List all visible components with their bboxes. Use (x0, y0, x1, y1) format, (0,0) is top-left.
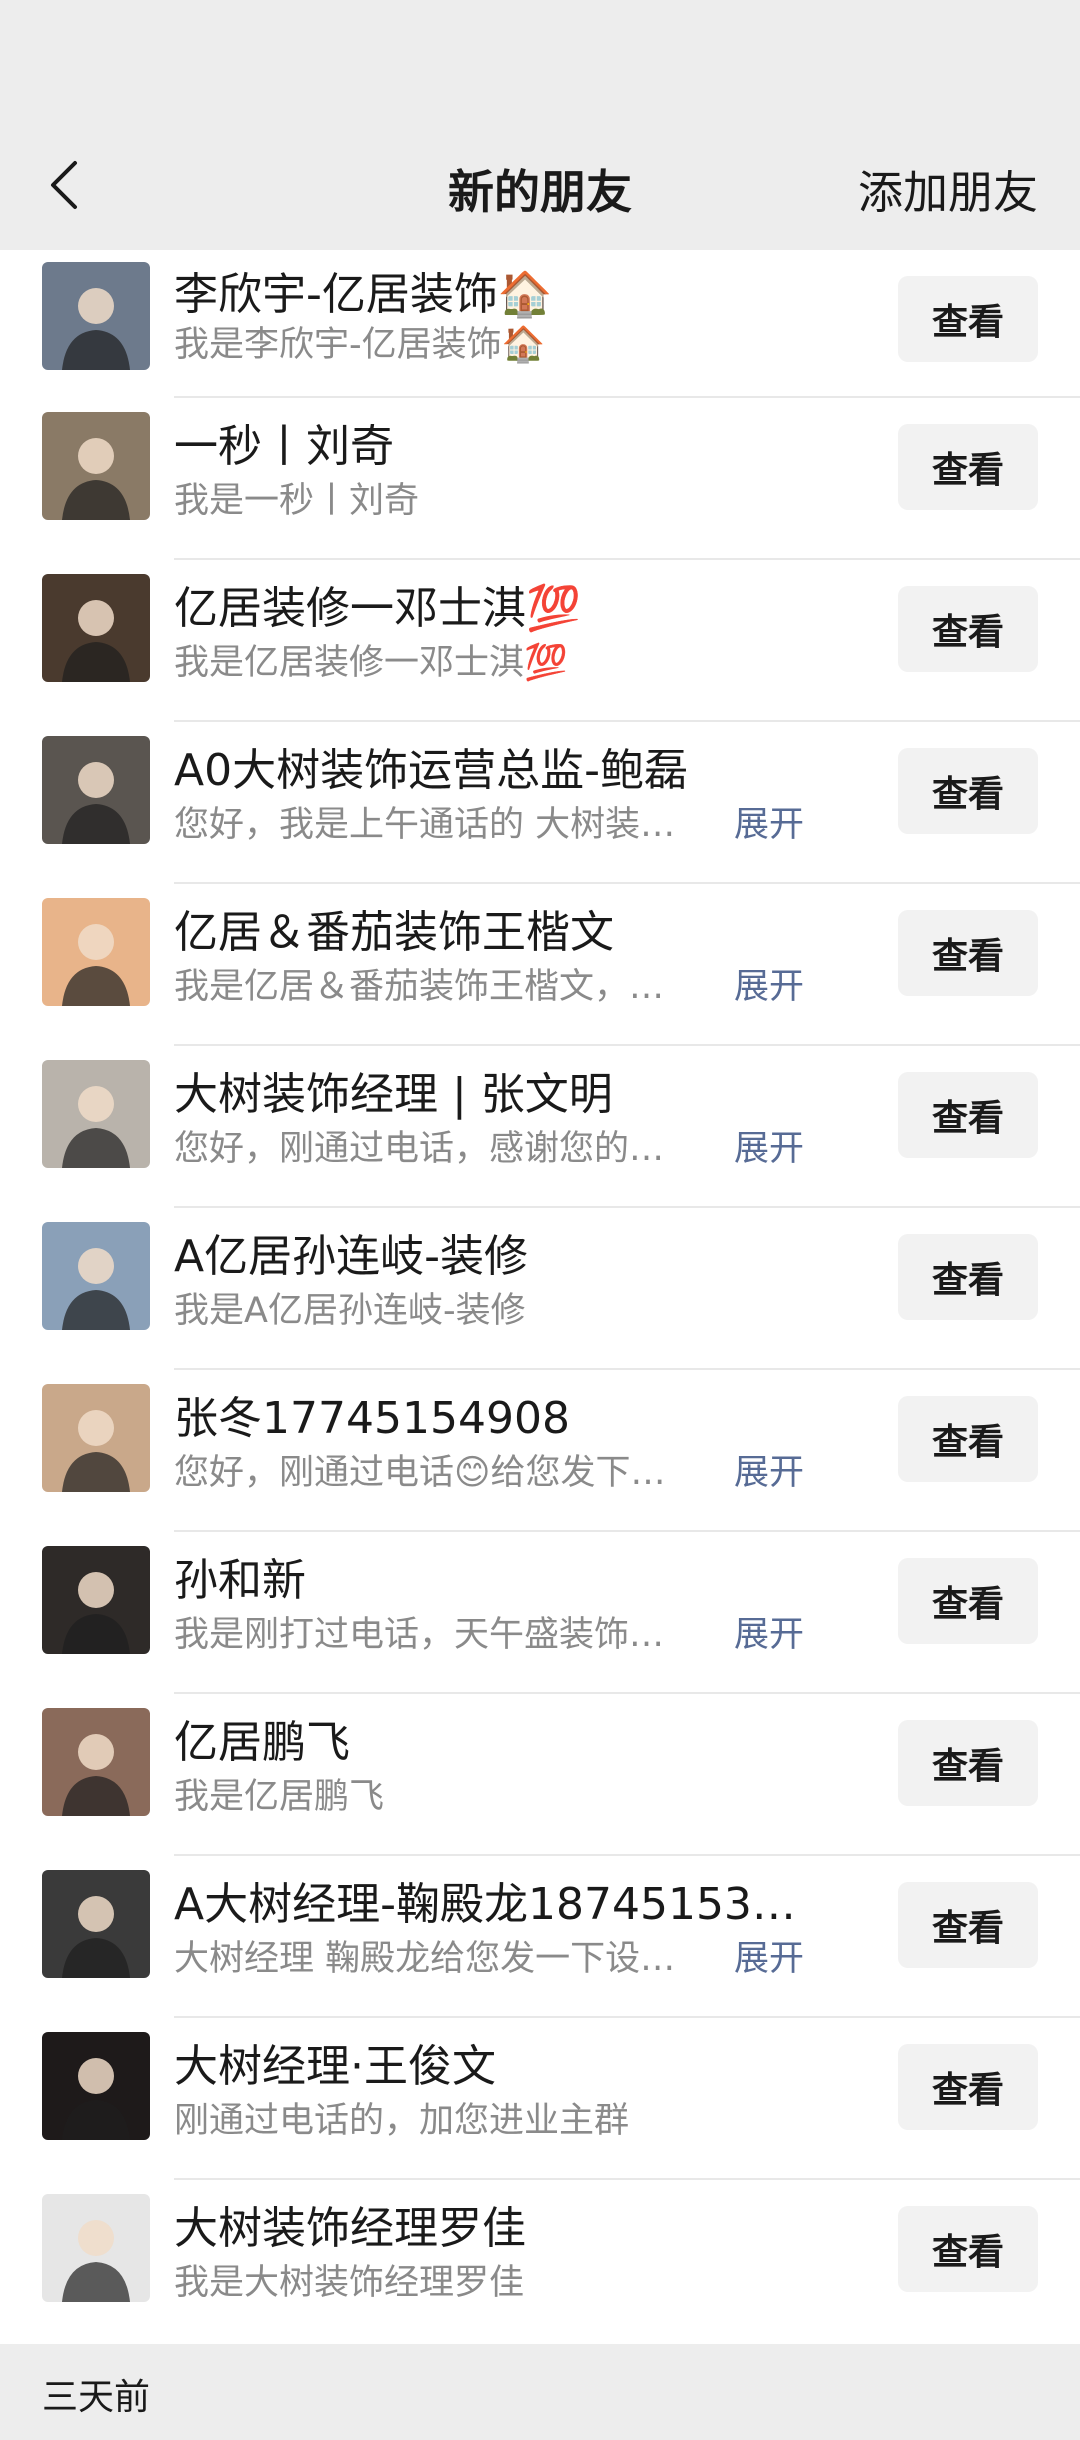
friend-request-row[interactable]: 张冬17745154908 您好，刚通过电话😊给您发下… 展开 查看 (0, 1370, 1080, 1532)
friend-request-message: 您好，我是上午通话的 大树装… (174, 805, 676, 845)
avatar-image (42, 1546, 150, 1654)
avatar-image (42, 574, 150, 682)
avatar[interactable] (42, 2032, 150, 2140)
view-button[interactable]: 查看 (898, 910, 1038, 996)
friend-name: A亿居孙连岐-装修 (174, 1231, 528, 1282)
expand-link[interactable]: 展开 (734, 1444, 804, 1495)
header: 新的朋友 添加朋友 (0, 120, 1080, 250)
friend-name: 大树经理·王俊文 (174, 2041, 496, 2092)
friend-name: 亿居＆番茄装饰王楷文 (174, 907, 614, 958)
expand-link[interactable]: 展开 (734, 1606, 804, 1657)
friend-request-message: 我是亿居＆番茄装饰王楷文，… (174, 967, 665, 1007)
friend-request-row[interactable]: 亿居鹏飞我是亿居鹏飞 查看 (0, 1694, 1080, 1856)
friend-request-row[interactable]: 大树装饰经理 | 张文明您好，刚通过电话，感谢您的… 展开 查看 (0, 1046, 1080, 1208)
friend-name: 李欣宇-亿居装饰🏠 (174, 269, 553, 320)
friend-name: 亿居装修一邓士淇💯 (174, 583, 581, 634)
view-button[interactable]: 查看 (898, 1072, 1038, 1158)
chevron-left-icon (51, 161, 77, 209)
friend-request-row[interactable]: 李欣宇-亿居装饰🏠 我是李欣宇-亿居装饰🏠 查看 (0, 250, 1080, 398)
friend-request-message: 我是一秒丨刘奇 (174, 481, 420, 521)
avatar-image (42, 1870, 150, 1978)
avatar[interactable] (42, 736, 150, 844)
friend-request-message: 我是A亿居孙连岐-装修 (174, 1291, 526, 1331)
avatar-image (42, 262, 150, 370)
avatar[interactable] (42, 1222, 150, 1330)
friend-request-row[interactable]: 大树装饰经理罗佳我是大树装饰经理罗佳 查看 (0, 2180, 1080, 2342)
friend-request-message: 我是大树装饰经理罗佳 (174, 2263, 525, 2303)
avatar[interactable] (42, 574, 150, 682)
friend-request-message: 我是李欣宇-亿居装饰🏠 (174, 325, 546, 365)
friend-name: A大树经理-鞠殿龙18745153… (174, 1879, 796, 1930)
back-button[interactable] (24, 142, 104, 228)
avatar-image (42, 736, 150, 844)
friend-request-message: 我是亿居鹏飞 (174, 1777, 385, 1817)
avatar-image (42, 412, 150, 520)
expand-link[interactable]: 展开 (734, 1930, 804, 1981)
view-button[interactable]: 查看 (898, 586, 1038, 672)
view-button[interactable]: 查看 (898, 276, 1038, 362)
expand-link[interactable]: 展开 (734, 1120, 804, 1171)
friend-name: 亿居鹏飞 (174, 1717, 350, 1768)
friend-request-row[interactable]: A大树经理-鞠殿龙18745153… 大树经理 鞠殿龙给您发一下设… 展开 查看 (0, 1856, 1080, 2018)
friend-name: A0大树装饰运营总监-鲍磊 (174, 745, 688, 796)
expand-link[interactable]: 展开 (734, 958, 804, 1009)
friend-request-message: 您好，刚通过电话，感谢您的… (174, 1129, 665, 1169)
avatar[interactable] (42, 2194, 150, 2302)
friend-name: 大树装饰经理罗佳 (174, 2203, 526, 2254)
friend-request-row[interactable]: A0大树装饰运营总监-鲍磊您好，我是上午通话的 大树装… 展开 查看 (0, 722, 1080, 884)
friend-request-message: 我是亿居装修一邓士淇💯 (174, 643, 568, 683)
avatar-image (42, 1222, 150, 1330)
friend-name: 一秒丨刘奇 (174, 421, 394, 472)
view-button[interactable]: 查看 (898, 748, 1038, 834)
avatar[interactable] (42, 262, 150, 370)
avatar[interactable] (42, 412, 150, 520)
view-button[interactable]: 查看 (898, 424, 1038, 510)
status-bar (0, 0, 1080, 120)
friend-request-row[interactable]: 大树经理·王俊文刚通过电话的，加您进业主群 查看 (0, 2018, 1080, 2180)
view-button[interactable]: 查看 (898, 2206, 1038, 2292)
friend-request-message: 您好，刚通过电话😊给您发下… (174, 1453, 666, 1493)
section-header-three-days-ago: 三天前 (0, 2344, 1080, 2440)
expand-link[interactable]: 展开 (734, 796, 804, 847)
avatar-image (42, 1060, 150, 1168)
avatar-image (42, 2032, 150, 2140)
friend-name: 大树装饰经理 | 张文明 (174, 1069, 613, 1120)
view-button[interactable]: 查看 (898, 1558, 1038, 1644)
view-button[interactable]: 查看 (898, 1396, 1038, 1482)
new-friends-screen: 新的朋友 添加朋友 李欣宇-亿居装饰🏠 我是李欣宇-亿居装饰🏠 查看 一秒丨刘奇 我是一… (0, 0, 1080, 2440)
friend-request-row[interactable]: A亿居孙连岐-装修我是A亿居孙连岐-装修 查看 (0, 1208, 1080, 1370)
friend-request-row[interactable]: 孙和新我是刚打过电话，天午盛装饰… 展开 查看 (0, 1532, 1080, 1694)
friend-request-row[interactable]: 亿居装修一邓士淇💯 我是亿居装修一邓士淇💯 查看 (0, 560, 1080, 722)
view-button[interactable]: 查看 (898, 2044, 1038, 2130)
avatar[interactable] (42, 1060, 150, 1168)
friend-request-message: 刚通过电话的，加您进业主群 (174, 2101, 630, 2141)
avatar[interactable] (42, 1708, 150, 1816)
friend-request-row[interactable]: 一秒丨刘奇我是一秒丨刘奇 查看 (0, 398, 1080, 560)
section-label: 三天前 (42, 2377, 151, 2418)
friend-name: 张冬17745154908 (174, 1393, 570, 1444)
avatar[interactable] (42, 1384, 150, 1492)
friend-name: 孙和新 (174, 1555, 306, 1606)
view-button[interactable]: 查看 (898, 1720, 1038, 1806)
avatar[interactable] (42, 1870, 150, 1978)
friend-request-message: 我是刚打过电话，天午盛装饰… (174, 1615, 665, 1655)
view-button[interactable]: 查看 (898, 1882, 1038, 1968)
friend-request-message: 大树经理 鞠殿龙给您发一下设… (174, 1939, 676, 1979)
friend-request-row[interactable]: 亿居＆番茄装饰王楷文我是亿居＆番茄装饰王楷文，… 展开 查看 (0, 884, 1080, 1046)
view-button[interactable]: 查看 (898, 1234, 1038, 1320)
avatar[interactable] (42, 1546, 150, 1654)
add-friend-button[interactable]: 添加朋友 (858, 156, 1038, 221)
avatar-image (42, 898, 150, 1006)
avatar-image (42, 2194, 150, 2302)
avatar-image (42, 1384, 150, 1492)
avatar[interactable] (42, 898, 150, 1006)
avatar-image (42, 1708, 150, 1816)
